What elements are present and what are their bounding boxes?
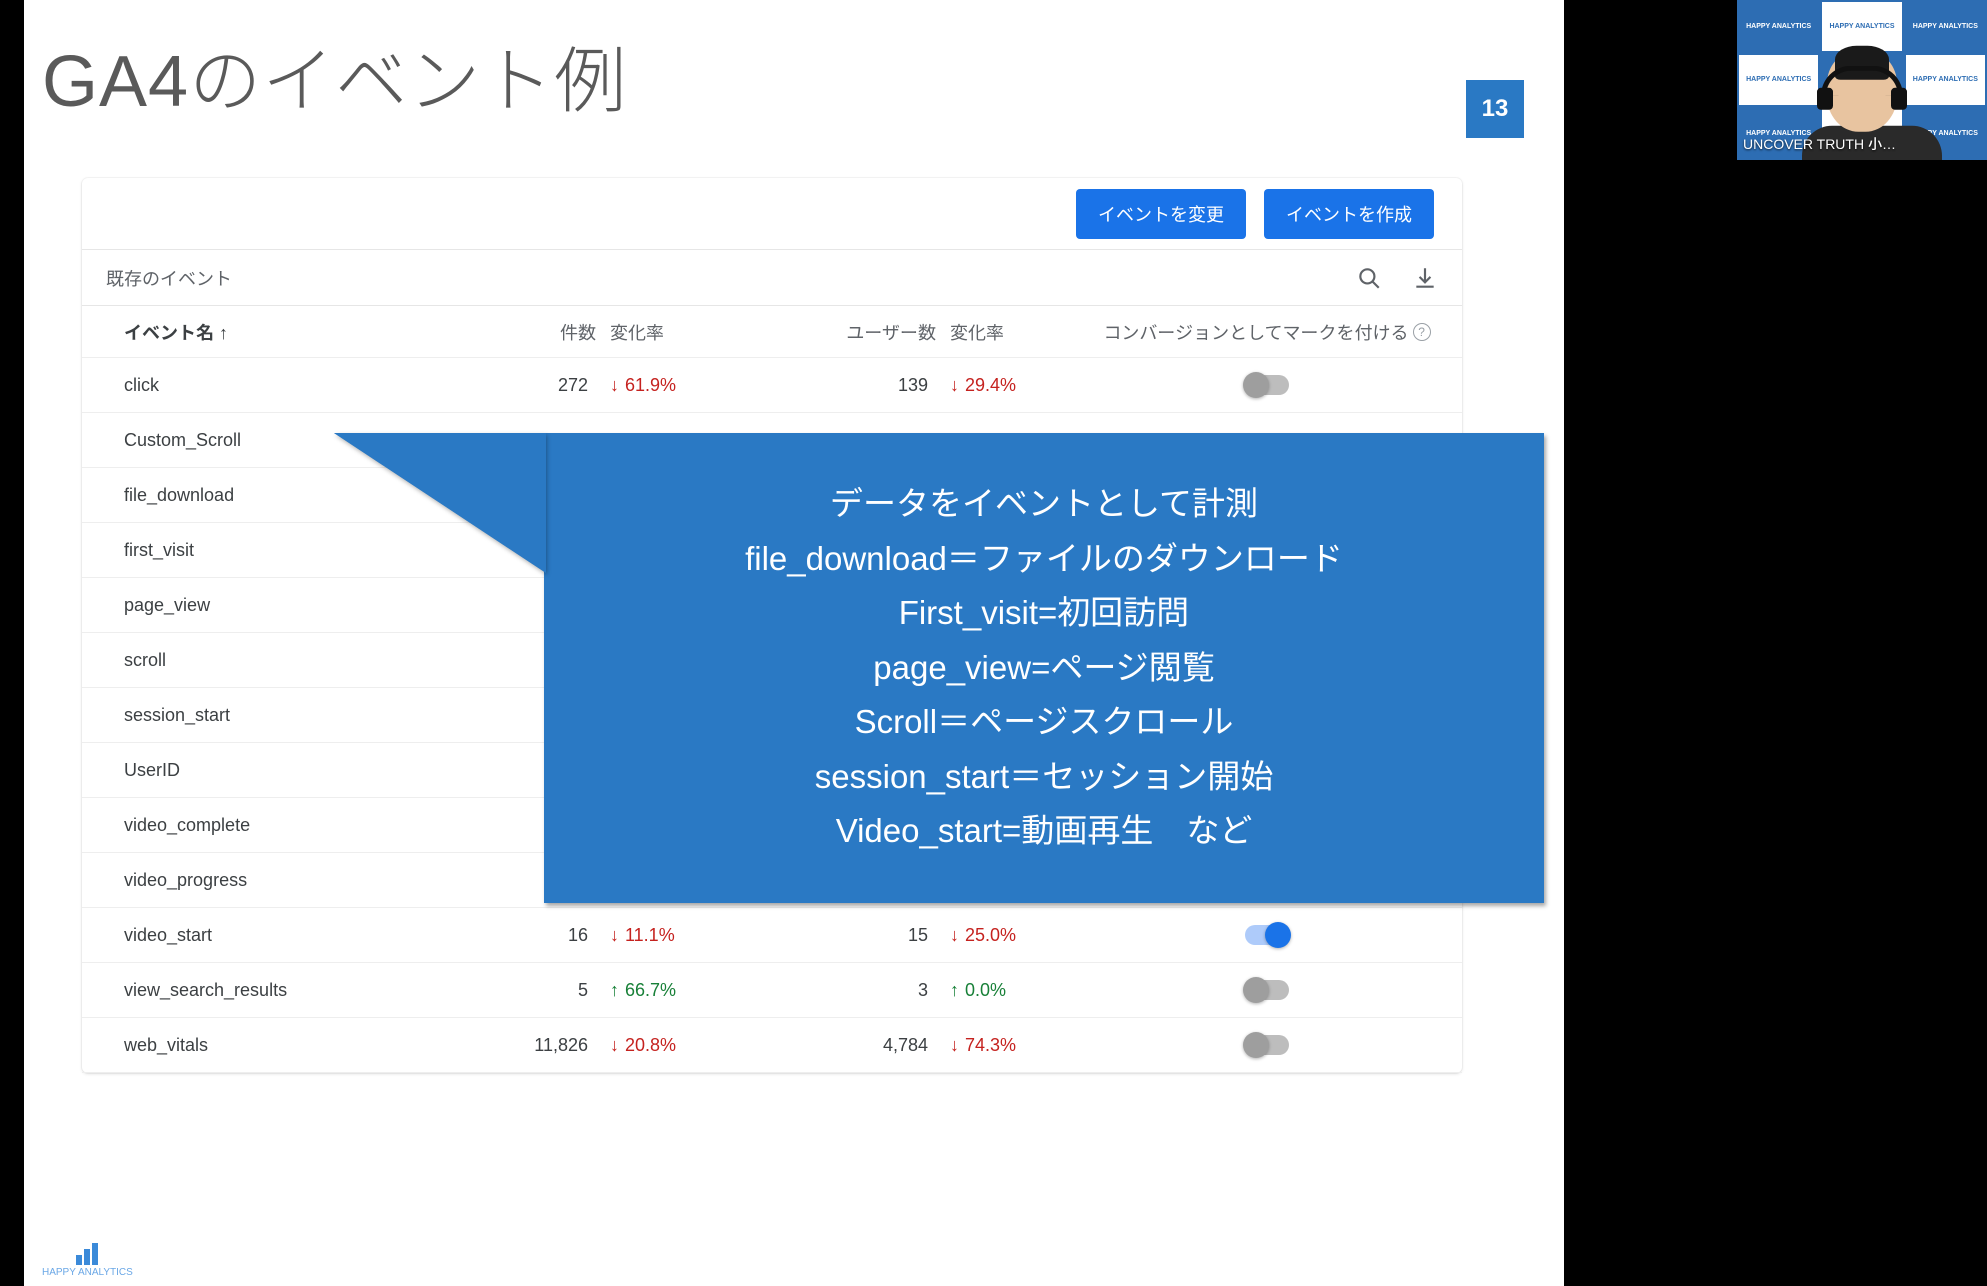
users-change-cell: ↑0.0% — [936, 980, 1096, 1001]
conversion-cell — [1096, 375, 1438, 395]
arrow-down-icon: ↓ — [610, 376, 619, 394]
event-name-cell: video_start — [106, 925, 466, 946]
count-cell: 11,826 — [466, 1035, 596, 1056]
table-row[interactable]: view_search_results5↑66.7%3↑0.0% — [82, 963, 1462, 1018]
table-header: イベント名 ↑ 件数 変化率 ユーザー数 変化率 コンバージョンとしてマークを付… — [82, 306, 1462, 358]
conversion-toggle[interactable] — [1245, 1035, 1289, 1055]
help-icon[interactable]: ? — [1413, 323, 1431, 341]
event-name-cell: session_start — [106, 705, 466, 726]
conversion-toggle[interactable] — [1245, 925, 1289, 945]
search-icon[interactable] — [1356, 265, 1382, 291]
arrow-down-icon: ↓ — [610, 926, 619, 944]
header-change: 変化率 — [596, 319, 766, 345]
table-row[interactable]: click272↓61.9%139↓29.4% — [82, 358, 1462, 413]
users-cell: 3 — [766, 980, 936, 1001]
footer-logo: HAPPY ANALYTICS — [42, 1243, 133, 1278]
webcam-label: UNCOVER TRUTH 小… — [1743, 134, 1896, 154]
footer-brand: HAPPY ANALYTICS — [42, 1267, 133, 1278]
users-change-cell: ↓74.3% — [936, 1035, 1096, 1056]
conversion-cell — [1096, 980, 1438, 1000]
slide: GA4のイベント例 13 イベントを変更 イベントを作成 既存のイベント — [24, 0, 1564, 1286]
count-cell: 272 — [466, 375, 596, 396]
download-icon[interactable] — [1412, 265, 1438, 291]
users-cell: 4,784 — [766, 1035, 936, 1056]
header-event-name[interactable]: イベント名 ↑ — [106, 319, 466, 345]
event-name-cell: web_vitals — [106, 1035, 466, 1056]
callout-text: データをイベントとして計測 file_download＝ファイルのダウンロード … — [745, 477, 1343, 858]
page-number-badge: 13 — [1466, 80, 1524, 138]
panel-actions: イベントを変更 イベントを作成 — [82, 178, 1462, 250]
change-cell: ↑66.7% — [596, 980, 766, 1001]
toolbar-label: 既存のイベント — [106, 265, 232, 291]
event-name-cell: scroll — [106, 650, 466, 671]
conversion-cell — [1096, 1035, 1438, 1055]
callout-bubble: データをイベントとして計測 file_download＝ファイルのダウンロード … — [544, 433, 1544, 903]
event-name-cell: click — [106, 375, 466, 396]
header-count: 件数 — [466, 319, 596, 345]
arrow-up-icon: ↑ — [610, 981, 619, 999]
slide-title: GA4のイベント例 — [42, 22, 627, 127]
event-name-cell: video_progress — [106, 870, 466, 891]
users-cell: 15 — [766, 925, 936, 946]
users-cell: 139 — [766, 375, 936, 396]
table-row[interactable]: web_vitals11,826↓20.8%4,784↓74.3% — [82, 1018, 1462, 1073]
change-cell: ↓11.1% — [596, 925, 766, 946]
change-cell: ↓20.8% — [596, 1035, 766, 1056]
header-conversion: コンバージョンとしてマークを付ける ? — [1096, 319, 1438, 345]
event-name-cell: video_complete — [106, 815, 466, 836]
users-change-cell: ↓29.4% — [936, 375, 1096, 396]
arrow-down-icon: ↓ — [950, 926, 959, 944]
conversion-toggle[interactable] — [1245, 375, 1289, 395]
header-users-change: 変化率 — [936, 319, 1096, 345]
arrow-down-icon: ↓ — [950, 376, 959, 394]
count-cell: 5 — [466, 980, 596, 1001]
modify-event-button[interactable]: イベントを変更 — [1076, 189, 1246, 239]
panel-toolbar: 既存のイベント — [82, 250, 1462, 306]
arrow-down-icon: ↓ — [950, 1036, 959, 1054]
event-name-cell: page_view — [106, 595, 466, 616]
arrow-up-icon: ↑ — [950, 981, 959, 999]
count-cell: 16 — [466, 925, 596, 946]
conversion-toggle[interactable] — [1245, 980, 1289, 1000]
table-row[interactable]: video_start16↓11.1%15↓25.0% — [82, 908, 1462, 963]
conversion-cell — [1096, 925, 1438, 945]
create-event-button[interactable]: イベントを作成 — [1264, 189, 1434, 239]
change-cell: ↓61.9% — [596, 375, 766, 396]
users-change-cell: ↓25.0% — [936, 925, 1096, 946]
event-name-cell: view_search_results — [106, 980, 466, 1001]
header-users: ユーザー数 — [766, 319, 936, 345]
event-name-cell: UserID — [106, 760, 466, 781]
webcam-overlay: HAPPY ANALYTICSHAPPY ANALYTICSHAPPY ANAL… — [1737, 0, 1987, 160]
bar-chart-icon — [42, 1243, 133, 1265]
arrow-down-icon: ↓ — [610, 1036, 619, 1054]
